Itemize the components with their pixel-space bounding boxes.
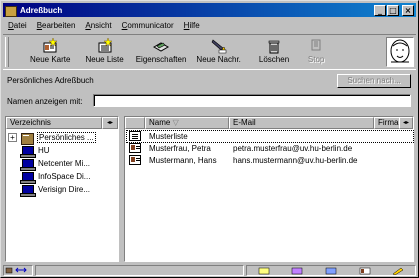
- directory-server-icon: [20, 158, 36, 171]
- address-book-icon[interactable]: [359, 267, 371, 275]
- composer-icon[interactable]: [392, 267, 404, 275]
- menu-bar: Datei Bearbeiten Ansicht Communicator Hi…: [3, 18, 416, 32]
- company-column-header[interactable]: Firma: [374, 117, 400, 129]
- toolbar: Neue Karte Neue Liste Eigenschaften Neue…: [3, 34, 416, 70]
- menu-hilfe[interactable]: Hilfe: [179, 21, 205, 30]
- new-list-button[interactable]: Neue Liste: [85, 37, 124, 64]
- directory-server-icon: [20, 171, 36, 184]
- mail-icon[interactable]: [291, 267, 303, 275]
- maximize-button[interactable]: □: [387, 4, 399, 16]
- directory-pane: Verzeichnis ◂▸ + Persönliches ... HU Net…: [5, 116, 119, 262]
- contact-card-icon: [129, 143, 141, 153]
- properties-button[interactable]: Eigenschaften: [136, 38, 186, 64]
- trash-icon: [265, 38, 283, 54]
- name-column-header[interactable]: Name ▽: [145, 117, 229, 129]
- directory-item-infospace[interactable]: InfoSpace Di...: [20, 171, 91, 184]
- name-display-input[interactable]: [93, 94, 411, 107]
- close-button[interactable]: ×: [402, 4, 414, 16]
- directory-item-netcenter[interactable]: Netcenter Mi...: [20, 158, 91, 171]
- contact-name: Musterliste: [149, 132, 188, 141]
- status-message: [35, 265, 244, 276]
- email-column-header[interactable]: E-Mail: [229, 117, 374, 129]
- directory-item-label: HU: [38, 146, 50, 155]
- sort-indicator-icon: ▽: [172, 118, 179, 127]
- new-list-icon: [96, 37, 114, 54]
- address-book-icon: [5, 5, 17, 17]
- status-bar: [3, 264, 416, 277]
- properties-icon: [152, 38, 170, 54]
- directory-item-verisign[interactable]: Verisign Dire...: [20, 184, 91, 197]
- security-status[interactable]: [3, 265, 33, 276]
- toolbar-grip[interactable]: [5, 37, 9, 67]
- contact-row-musterliste[interactable]: Musterliste: [126, 130, 414, 143]
- directory-item-hu[interactable]: HU: [20, 145, 50, 158]
- directory-server-icon: [20, 184, 36, 197]
- menu-datei[interactable]: Datei: [3, 21, 32, 30]
- contact-card-icon: [129, 155, 141, 165]
- directory-item-label: Netcenter Mi...: [38, 159, 91, 168]
- contact-name: Mustermann, Hans: [149, 156, 217, 165]
- menu-communicator[interactable]: Communicator: [117, 21, 179, 30]
- netscape-logo[interactable]: [386, 37, 414, 67]
- mailing-list-icon: [129, 131, 141, 141]
- stop-icon: [307, 38, 325, 54]
- column-scroll-arrows[interactable]: ◂▸: [399, 117, 413, 129]
- new-message-icon: [210, 38, 228, 54]
- contact-row-musterfrau[interactable]: Musterfrau, Petra petra.musterfrau@uv.hu…: [127, 143, 413, 154]
- navigator-icon[interactable]: [258, 267, 270, 275]
- new-card-button[interactable]: Neue Karte: [30, 37, 70, 64]
- contact-name: Musterfrau, Petra: [149, 144, 211, 153]
- type-column-header[interactable]: [125, 117, 145, 129]
- directory-item-label: Verisign Dire...: [38, 185, 91, 194]
- stop-button[interactable]: Stop: [307, 38, 325, 64]
- contacts-pane: Name ▽ E-Mail Firma ◂▸ Musterliste Muste…: [124, 116, 414, 262]
- address-book-title: Persönliches Adreßbuch: [7, 76, 94, 85]
- window-title: Adreßbuch: [20, 5, 63, 15]
- directory-item-label: InfoSpace Di...: [38, 172, 91, 181]
- name-display-label: Namen anzeigen mit:: [7, 97, 83, 106]
- directory-item-personal[interactable]: + Persönliches ...: [8, 132, 96, 145]
- contact-email: hans.mustermann@uv.hu-berlin.de: [233, 156, 358, 165]
- newsgroup-icon[interactable]: [325, 267, 337, 275]
- directory-server-icon: [20, 145, 36, 158]
- address-book-icon: [20, 132, 34, 145]
- new-message-button[interactable]: Neue Nachr.: [196, 38, 241, 64]
- minimize-button[interactable]: _: [374, 4, 386, 16]
- new-card-icon: [41, 37, 59, 54]
- expand-icon[interactable]: +: [8, 133, 17, 142]
- contact-row-mustermann[interactable]: Mustermann, Hans hans.mustermann@uv.hu-b…: [127, 155, 413, 166]
- column-scroll-arrows[interactable]: ◂▸: [102, 117, 118, 129]
- title-bar[interactable]: Adreßbuch _ □ ×: [3, 3, 416, 17]
- menu-ansicht[interactable]: Ansicht: [80, 21, 116, 30]
- search-for-button[interactable]: Suchen nach...: [337, 74, 411, 88]
- component-bar: [246, 265, 416, 276]
- menu-bearbeiten[interactable]: Bearbeiten: [32, 21, 81, 30]
- delete-button[interactable]: Löschen: [259, 38, 289, 64]
- directory-item-label: Persönliches ...: [37, 132, 96, 143]
- directory-column-header[interactable]: Verzeichnis: [6, 117, 102, 129]
- contact-email: petra.musterfrau@uv.hu-berlin.de: [233, 144, 353, 153]
- address-book-window: Adreßbuch _ □ × Datei Bearbeiten Ansicht…: [0, 0, 419, 278]
